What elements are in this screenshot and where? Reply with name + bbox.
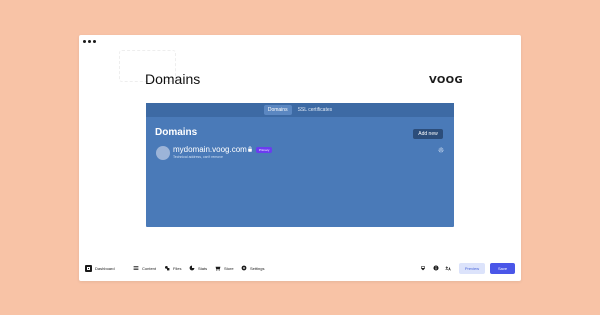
domain-name[interactable]: mydomain.voog.com	[173, 145, 247, 154]
domains-panel: Domains SSL certificates Domains Add new…	[146, 103, 454, 227]
preview-button[interactable]: Preview	[459, 263, 485, 274]
panel-title: Domains	[155, 127, 198, 138]
browser-window: Domains VOOG Domains SSL certificates Do…	[79, 35, 521, 281]
domain-avatar	[156, 146, 170, 160]
save-button[interactable]: Save	[490, 263, 515, 274]
page-title: Domains	[145, 71, 201, 87]
gear-icon[interactable]	[438, 147, 444, 153]
lock-icon	[248, 146, 252, 152]
primary-badge: Primary	[256, 147, 273, 153]
toolbar-settings[interactable]: Settings	[241, 265, 264, 271]
toolbar-label: Settings	[250, 265, 265, 271]
language-icon[interactable]	[445, 265, 451, 271]
voog-logo: VOOG	[429, 75, 463, 86]
toolbar-store[interactable]: Store	[215, 265, 234, 271]
toolbar-files[interactable]: Files	[164, 265, 181, 271]
toolbar-label: Store	[224, 265, 234, 271]
tab-ssl-certificates[interactable]: SSL certificates	[294, 105, 337, 115]
stats-icon	[189, 265, 195, 271]
tab-bar: Domains SSL certificates	[146, 103, 454, 117]
tab-domains[interactable]: Domains	[263, 105, 292, 115]
toolbar-content[interactable]: Content	[133, 265, 156, 271]
bottom-toolbar: Dashboard Content Files Stats Store Sett…	[79, 261, 521, 275]
design-icon[interactable]	[420, 265, 426, 271]
toolbar-label: Files	[173, 265, 182, 271]
dashboard-icon	[85, 264, 92, 272]
toolbar-label: Content	[142, 265, 157, 271]
toolbar-label: Stats	[198, 265, 208, 271]
files-icon	[165, 266, 170, 271]
store-icon	[215, 266, 221, 271]
info-icon[interactable]	[433, 265, 439, 271]
add-new-button[interactable]: Add new	[413, 129, 443, 139]
domain-subtitle: Technical address, can't remove	[173, 155, 223, 159]
settings-icon	[241, 265, 247, 271]
content-icon	[133, 266, 139, 270]
toolbar-stats[interactable]: Stats	[189, 265, 207, 271]
toolbar-dashboard[interactable]: Dashboard	[85, 264, 115, 272]
toolbar-label: Dashboard	[95, 265, 115, 271]
menu-dots-icon[interactable]	[83, 40, 96, 43]
